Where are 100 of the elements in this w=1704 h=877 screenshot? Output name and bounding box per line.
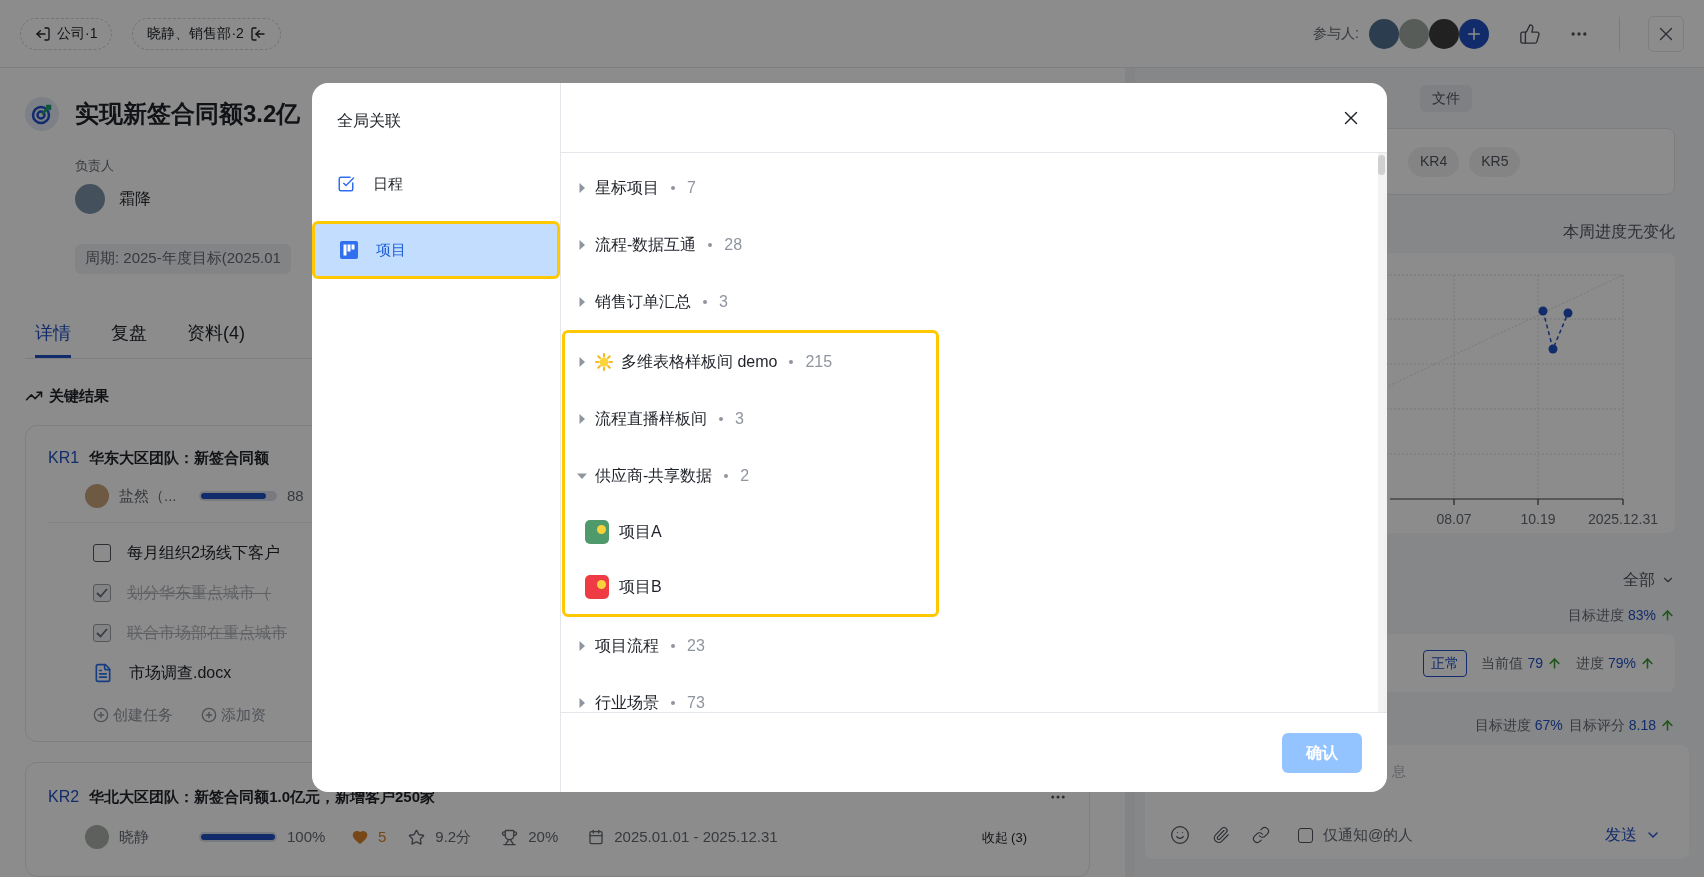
dot-separator-icon — [724, 473, 729, 478]
avatar — [85, 825, 109, 850]
dot-separator-icon — [789, 359, 794, 364]
kr-code: KR1 — [48, 448, 80, 468]
nav-item[interactable]: 项目 — [312, 221, 560, 279]
dot-separator-icon — [708, 242, 713, 247]
status-badge: 正常 — [1423, 649, 1468, 677]
task-checkbox[interactable] — [93, 544, 111, 562]
item-count: 23 — [687, 635, 705, 656]
heart-icon[interactable] — [352, 829, 368, 846]
detail-tab[interactable]: 复盘 — [111, 319, 147, 358]
group-name[interactable]: 项目流程 — [595, 633, 659, 658]
caret-icon[interactable] — [577, 356, 587, 367]
collapse-link[interactable]: 收起 (3) — [981, 827, 1027, 848]
project-name[interactable]: 项目A — [619, 519, 662, 544]
item-count: 7 — [687, 177, 696, 198]
check-icon — [96, 588, 108, 598]
dot-separator-icon — [671, 185, 675, 190]
plus-circle-icon — [201, 707, 217, 723]
group-name[interactable]: 星标项目 — [595, 175, 659, 200]
item-count: 2 — [740, 465, 750, 486]
dot-separator-icon — [671, 643, 675, 648]
axis-label: 08.07 — [1436, 511, 1472, 527]
target-icon — [25, 97, 59, 131]
avatar — [85, 484, 109, 508]
paperclip-icon[interactable] — [1212, 826, 1230, 844]
avatar — [1429, 18, 1459, 49]
dot-separator-icon — [719, 416, 723, 421]
kr-dates: 2025.01.01 - 2025.12.31 — [614, 827, 778, 848]
item-count: 215 — [805, 351, 833, 372]
notify-checkbox[interactable] — [1298, 827, 1313, 843]
like-count: 5 — [378, 827, 387, 848]
stat-label: 当前值 — [1481, 653, 1524, 673]
dot-separator-icon — [703, 299, 707, 304]
item-count: 3 — [719, 291, 728, 312]
axis-label: 10.19 — [1520, 511, 1556, 527]
thumbs-up-icon[interactable] — [1519, 22, 1541, 45]
emoji-icon[interactable] — [1170, 825, 1190, 845]
exit-icon — [35, 25, 51, 42]
scrollbar-thumb[interactable] — [1378, 155, 1385, 175]
project-name[interactable]: 项目B — [619, 574, 662, 599]
link-icon[interactable] — [1252, 826, 1270, 844]
caret-icon[interactable] — [577, 182, 587, 193]
section-heading: 关键结果 — [49, 385, 109, 406]
enter-icon — [249, 25, 266, 42]
avatar — [75, 183, 105, 214]
stat-label: 目标进度 — [1567, 605, 1624, 625]
avatar — [1369, 18, 1399, 49]
group-name[interactable]: 销售订单汇总 — [595, 289, 691, 314]
participants-label: 参与人: — [1313, 24, 1359, 43]
group-name[interactable]: 供应商-共享数据 — [595, 463, 713, 488]
send-button[interactable]: 发送 — [1605, 823, 1661, 847]
stat-label: 目标评分 — [1568, 715, 1625, 735]
group-name[interactable]: 流程直播样板间 — [595, 406, 707, 431]
item-count: 73 — [687, 692, 705, 712]
filter-dropdown[interactable]: 全部 — [1623, 569, 1675, 591]
group-name[interactable]: 行业场景 — [595, 690, 659, 712]
file-name[interactable]: 市场调查.docx — [129, 661, 232, 685]
caret-icon[interactable] — [577, 296, 587, 307]
star-icon — [408, 828, 426, 846]
period-tag: 周期: 2025-年度目标(2025.01 — [75, 243, 291, 274]
caret-icon[interactable] — [577, 640, 587, 651]
objective-title: 实现新签合同额3.2亿 — [75, 99, 301, 129]
kr-percent: 100% — [287, 827, 327, 848]
board-icon — [340, 241, 358, 259]
stat-label: 目标进度 — [1474, 715, 1531, 735]
check-icon — [96, 628, 108, 638]
sun-icon — [595, 352, 613, 371]
group-name[interactable]: 流程-数据互通 — [595, 232, 697, 257]
kr-chip[interactable]: KR5 — [1469, 146, 1521, 177]
panel-tab[interactable]: 文件 — [1420, 85, 1472, 112]
nav-item[interactable]: 日程 — [312, 155, 560, 213]
stat-value: 67% — [1534, 715, 1563, 735]
kr-chip[interactable]: KR4 — [1408, 146, 1460, 177]
kr-weight: 20% — [528, 827, 559, 848]
caret-icon[interactable] — [577, 239, 587, 250]
avatar — [1399, 18, 1429, 49]
stat-value: 79% — [1607, 653, 1636, 673]
detail-tab[interactable]: 资料(4) — [187, 319, 245, 358]
notify-label: 仅通知@的人 — [1323, 824, 1414, 845]
trend-note: 本周进度无变化 — [1563, 222, 1675, 242]
task-checkbox[interactable] — [93, 584, 111, 602]
progress-line — [1538, 306, 1573, 354]
checkbox-icon — [337, 175, 355, 193]
stat-label: 进度 — [1575, 653, 1604, 673]
calendar-icon — [588, 829, 605, 846]
axis-label: 2025.12.31 — [1587, 511, 1659, 527]
kr-code: KR2 — [48, 787, 80, 808]
close-button[interactable] — [1648, 15, 1684, 52]
task-checkbox[interactable] — [93, 624, 111, 642]
task-text: 每月组织2场线下客户 — [127, 543, 280, 563]
detail-tab[interactable]: 详情 — [35, 319, 71, 358]
kr-owner: 盐然（... — [119, 485, 178, 506]
group-name[interactable]: 多维表格样板间 demo — [621, 349, 778, 374]
caret-icon[interactable] — [577, 697, 587, 708]
caret-icon[interactable] — [577, 413, 587, 424]
add-button[interactable] — [1459, 18, 1489, 49]
plus-circle-icon — [93, 707, 109, 723]
dialog-title: 全局关联 — [336, 111, 402, 131]
stat-value: 83% — [1627, 605, 1656, 625]
